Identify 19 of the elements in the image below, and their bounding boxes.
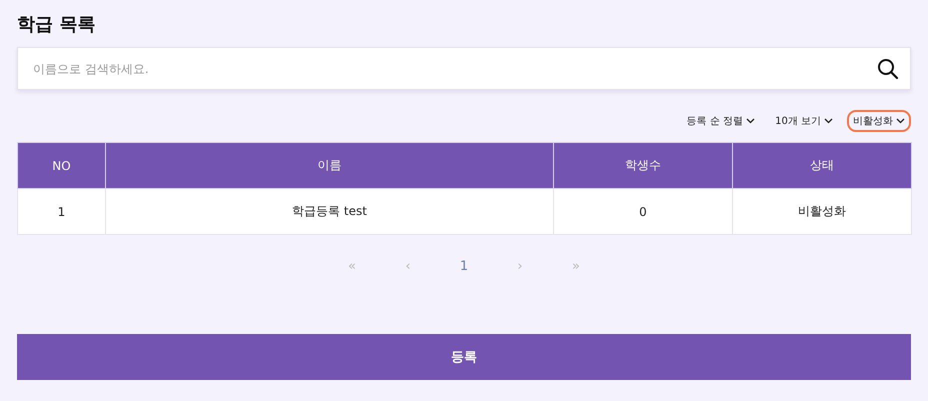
- table-cell: 1: [18, 188, 106, 234]
- search-field[interactable]: 이름으로 검색하세요.: [17, 47, 911, 90]
- page-title: 학급 목록: [17, 13, 96, 37]
- chevron-down-icon: [896, 118, 905, 124]
- chevron-down-icon: [746, 118, 756, 124]
- column-header: 상태: [732, 142, 912, 188]
- page-link[interactable]: 1: [456, 259, 472, 283]
- sort-dropdown[interactable]: 등록 순 정렬: [680, 110, 762, 132]
- column-header: 학생수: [554, 142, 732, 188]
- table-cell: 학급등록 test: [106, 188, 554, 234]
- chevron-down-icon: [824, 118, 833, 124]
- table-cell: 0: [554, 188, 732, 234]
- table-cell: 비활성화: [732, 188, 912, 234]
- column-header: NO: [18, 142, 106, 188]
- sort-dropdown[interactable]: 비활성화: [847, 110, 911, 132]
- sort-dropdown[interactable]: 10개 보기: [769, 110, 839, 132]
- register-button[interactable]: 등록: [17, 334, 911, 380]
- column-header: 이름: [106, 142, 554, 188]
- search-icon[interactable]: [877, 58, 899, 80]
